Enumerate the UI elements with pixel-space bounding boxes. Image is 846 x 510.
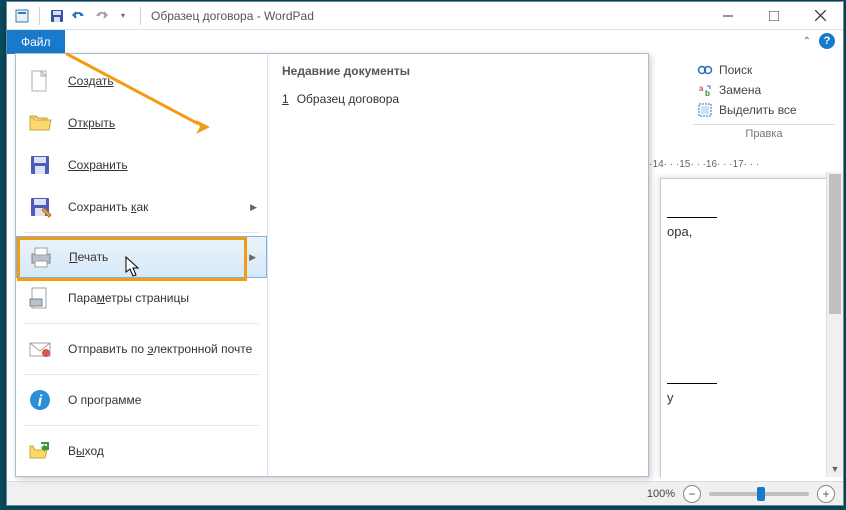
- menu-send-label: Отправить по электронной почте: [68, 342, 252, 356]
- submenu-arrow-icon: ▶: [249, 252, 256, 263]
- menu-save[interactable]: Сохранить: [16, 144, 267, 186]
- ruler: · · ·14· · ·15· · ·16· · ·17· · ·: [637, 156, 835, 172]
- svg-text:b: b: [705, 89, 710, 98]
- save-as-icon: [26, 193, 54, 221]
- new-file-icon: [26, 67, 54, 95]
- menu-about[interactable]: i О программе: [16, 379, 267, 421]
- replace-icon: ab: [697, 82, 713, 98]
- help-icon[interactable]: ?: [819, 33, 835, 49]
- editing-group: Поиск ab Замена Выделить все Правка: [693, 60, 835, 143]
- envelope-icon: [26, 335, 54, 363]
- maximize-button[interactable]: [751, 2, 797, 30]
- exit-icon: [26, 437, 54, 465]
- menu-saveas[interactable]: Сохранить как ▶: [16, 186, 267, 228]
- folder-open-icon: [26, 109, 54, 137]
- find-button[interactable]: Поиск: [693, 60, 835, 80]
- quick-access-toolbar: ▾: [7, 7, 151, 25]
- menu-print-label: Печать: [69, 250, 108, 264]
- qat-dropdown-icon[interactable]: ▾: [114, 7, 132, 25]
- recent-item-num: 1: [282, 92, 289, 106]
- minimize-button[interactable]: [705, 2, 751, 30]
- menu-exit-label: Выход: [68, 444, 104, 458]
- file-menu: Создать Открыть Сохранить Сохранить как: [15, 53, 649, 477]
- file-menu-left: Создать Открыть Сохранить Сохранить как: [16, 54, 268, 476]
- recent-item[interactable]: 1 Образец договора: [282, 88, 634, 110]
- find-label: Поиск: [719, 63, 752, 77]
- menu-about-label: О программе: [68, 393, 141, 407]
- ribbon-collapse-icon[interactable]: ⌃: [803, 36, 811, 47]
- menu-saveas-label: Сохранить как: [68, 200, 148, 214]
- zoom-label: 100%: [647, 488, 675, 500]
- menu-exit[interactable]: Выход: [16, 430, 267, 472]
- app-window: ▾ Образец договора - WordPad Файл ⌃ ? По…: [6, 1, 844, 506]
- zoom-in-button[interactable]: +: [817, 485, 835, 503]
- info-icon: i: [26, 386, 54, 414]
- zoom-slider[interactable]: [709, 492, 809, 496]
- select-all-icon: [697, 102, 713, 118]
- menu-send[interactable]: Отправить по электронной почте: [16, 328, 267, 370]
- menu-print[interactable]: Печать ▶: [16, 236, 267, 278]
- window-controls: [705, 2, 843, 30]
- window-title: Образец договора - WordPad: [151, 9, 314, 23]
- save-disk-icon: [26, 151, 54, 179]
- recent-documents-panel: Недавние документы 1 Образец договора: [268, 54, 648, 476]
- vertical-scrollbar[interactable]: ▲ ▼: [826, 172, 843, 477]
- save-icon[interactable]: [48, 7, 66, 25]
- status-bar: 100% − +: [7, 481, 843, 505]
- scroll-down-icon[interactable]: ▼: [827, 460, 843, 477]
- title-bar: ▾ Образец договора - WordPad: [7, 2, 843, 30]
- zoom-out-button[interactable]: −: [683, 485, 701, 503]
- menu-create[interactable]: Создать: [16, 60, 267, 102]
- doc-text: ора,: [667, 224, 829, 239]
- svg-text:i: i: [38, 393, 43, 410]
- printer-icon: [27, 243, 55, 271]
- close-button[interactable]: [797, 2, 843, 30]
- menu-pagesetup-label: Параметры страницы: [68, 291, 189, 305]
- recent-title: Недавние документы: [282, 64, 634, 78]
- menu-save-label: Сохранить: [68, 158, 128, 172]
- menu-create-label: Создать: [68, 74, 114, 88]
- menu-open-label: Открыть: [68, 116, 115, 130]
- doc-text: у: [667, 390, 829, 405]
- redo-icon[interactable]: [92, 7, 110, 25]
- editing-group-label: Правка: [693, 124, 835, 143]
- selectall-button[interactable]: Выделить все: [693, 100, 835, 120]
- document-area[interactable]: ора, у: [660, 178, 835, 478]
- ribbon-tabs: Файл ⌃ ?: [7, 30, 843, 54]
- replace-button[interactable]: ab Замена: [693, 80, 835, 100]
- undo-icon[interactable]: [70, 7, 88, 25]
- selectall-label: Выделить все: [719, 103, 797, 117]
- file-tab[interactable]: Файл: [7, 30, 65, 54]
- menu-pagesetup[interactable]: Параметры страницы: [16, 277, 267, 319]
- svg-text:a: a: [699, 84, 704, 93]
- menu-open[interactable]: Открыть: [16, 102, 267, 144]
- replace-label: Замена: [719, 83, 761, 97]
- app-icon: [13, 7, 31, 25]
- page-setup-icon: [26, 284, 54, 312]
- submenu-arrow-icon: ▶: [250, 202, 257, 213]
- scroll-thumb[interactable]: [829, 174, 841, 314]
- binoculars-icon: [697, 62, 713, 78]
- recent-item-label: Образец договора: [297, 92, 399, 106]
- zoom-slider-knob[interactable]: [757, 487, 765, 501]
